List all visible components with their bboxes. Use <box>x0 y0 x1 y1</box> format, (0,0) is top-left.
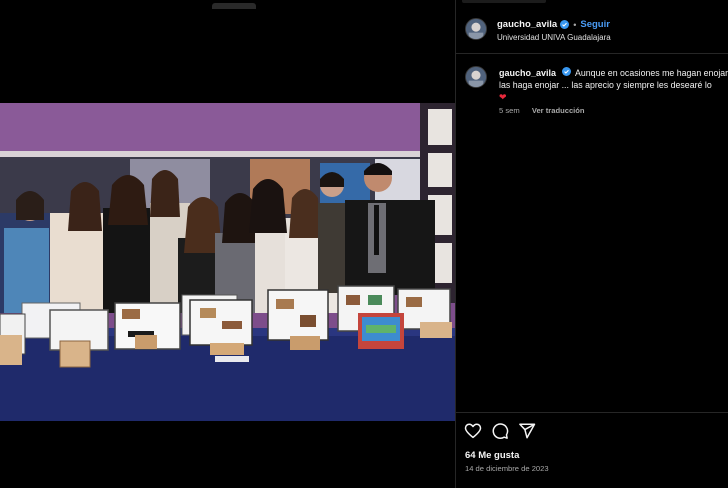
caption-line-1: gaucho_avila Aunque en ocasiones me hagan… <box>499 67 728 79</box>
caption-age[interactable]: 5 sem <box>499 106 520 115</box>
heart-emoji: ❤ <box>499 92 507 102</box>
separator-dot: • <box>573 19 577 30</box>
caption-meta: 5 sem Ver traducción <box>499 106 585 115</box>
author-avatar[interactable] <box>465 18 487 40</box>
like-button[interactable] <box>464 422 482 440</box>
avatar-image <box>466 19 486 39</box>
instagram-post-modal: gaucho_avila • Seguir Universidad UNIVA … <box>0 0 728 488</box>
share-button[interactable] <box>518 422 536 440</box>
heart-icon <box>464 423 482 439</box>
post-photo-graphic <box>0 103 455 421</box>
author-handle-row: gaucho_avila • Seguir <box>497 19 610 30</box>
media-pane <box>0 0 455 488</box>
caption-username[interactable]: gaucho_avila <box>499 68 556 78</box>
post-photo[interactable] <box>0 103 455 421</box>
comment-button[interactable] <box>491 422 509 440</box>
post-date: 14 de diciembre de 2023 <box>465 464 549 473</box>
post-details-panel: gaucho_avila • Seguir Universidad UNIVA … <box>455 0 728 488</box>
paper-plane-icon <box>519 423 536 439</box>
follow-button[interactable]: Seguir <box>580 19 610 30</box>
verified-badge-icon <box>562 67 572 76</box>
see-translation-button[interactable]: Ver traducción <box>532 106 585 115</box>
author-username[interactable]: gaucho_avila <box>497 19 557 30</box>
caption-text: gaucho_avila Aunque en ocasiones me hagan… <box>499 67 728 103</box>
top-scroll-handle-right <box>462 0 546 3</box>
post-location[interactable]: Universidad UNIVA Guadalajara <box>497 33 611 42</box>
comment-bubble-icon <box>492 423 509 439</box>
top-scroll-handle <box>212 3 256 9</box>
caption-body-line-1: Aunque en ocasiones me hagan enojar <box>575 68 728 78</box>
post-header: gaucho_avila • Seguir Universidad UNIVA … <box>456 8 728 54</box>
caption-body-line-2: las haga enojar ... las aprecio y siempr… <box>499 80 712 90</box>
like-count[interactable]: 64 Me gusta <box>465 450 519 461</box>
verified-badge-icon <box>560 20 570 29</box>
caption-author-avatar[interactable] <box>465 66 487 88</box>
avatar-image <box>466 67 486 87</box>
post-actions: 64 Me gusta 14 de diciembre de 2023 <box>456 412 728 488</box>
